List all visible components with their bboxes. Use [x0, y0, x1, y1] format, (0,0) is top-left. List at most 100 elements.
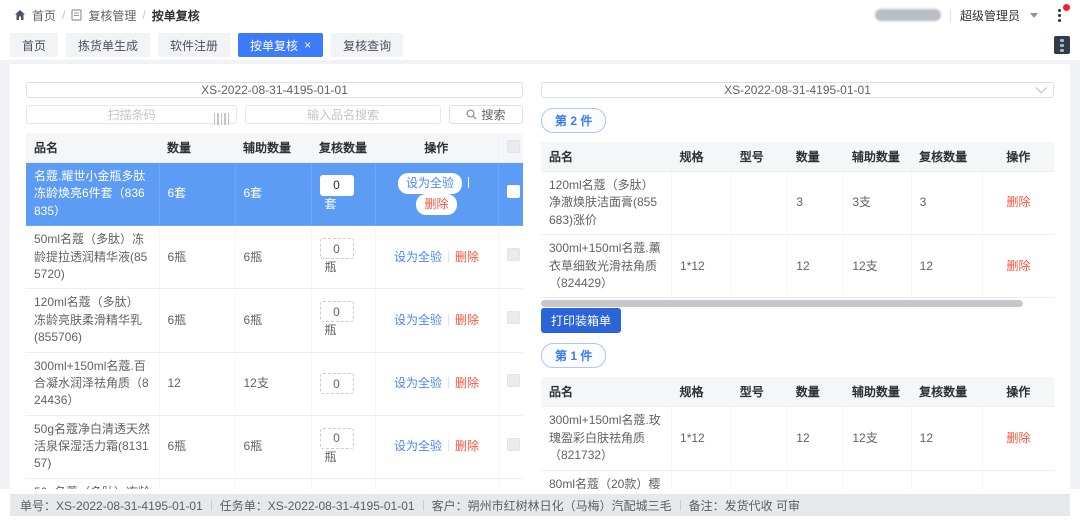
col-header-review-qty: 复核数量 — [911, 377, 982, 407]
col-header-model: 型号 — [732, 142, 788, 172]
table-row[interactable]: 120ml名蔻（多肽）冻龄亮肤柔滑精华乳(855706) 6瓶 6瓶 瓶 设为全… — [26, 289, 523, 352]
select-all-checkbox[interactable] — [507, 140, 520, 153]
aux-qty-cell: 6瓶 — [235, 415, 311, 478]
task-no-value: XS-2022-08-31-4195-01-01 — [268, 499, 415, 513]
order-select[interactable]: XS-2022-08-31-4195-01-01 — [541, 82, 1054, 98]
table-row[interactable]: 120ml名蔻（多肽）净澈焕肤洁面膏(855683)涨价 3 3支 3 删除 — [541, 172, 1054, 235]
search-icon — [466, 109, 477, 120]
close-icon[interactable]: × — [304, 39, 311, 51]
chevron-down-icon — [1035, 82, 1046, 93]
set-full-check-button[interactable]: 设为全验 — [394, 439, 442, 453]
search-button-label: 搜索 — [481, 106, 505, 123]
review-qty-input[interactable] — [320, 301, 354, 322]
table-row[interactable]: 50g名蔻净白清透天然活泉保湿活力霜(813157) 6瓶 6瓶 瓶 设为全验删… — [26, 415, 523, 478]
row-checkbox[interactable] — [507, 311, 520, 324]
divider — [448, 251, 449, 262]
qty-cell: 6套 — [159, 163, 235, 226]
product-name: 50g名蔻（多肽）冻龄饱水光感精华霜(855713) — [26, 478, 159, 489]
print-packing-slip-button[interactable]: 打印装箱单 — [541, 308, 621, 333]
col-header-spec: 规格 — [672, 142, 732, 172]
review-qty-cell: 12 — [911, 235, 982, 298]
box-number-badge: 第 2 件 — [541, 108, 606, 133]
search-button[interactable]: 搜索 — [449, 105, 523, 124]
row-checkbox[interactable] — [507, 185, 520, 198]
row-checkbox[interactable] — [507, 438, 520, 451]
tab-home[interactable]: 首页 — [10, 33, 58, 57]
delete-button[interactable]: 删除 — [455, 439, 479, 453]
table-row[interactable]: 名蔻.耀世小金瓶多肽冻龄焕亮6件套（836835） 6套 6套 套 设为全验删除 — [26, 163, 523, 226]
breadcrumb-separator: / — [62, 8, 65, 22]
tab-picking-list[interactable]: 拣货单生成 — [66, 33, 150, 57]
qty-cell: 12 — [788, 407, 844, 470]
unit-label: 瓶 — [325, 260, 337, 274]
document-icon — [71, 9, 82, 21]
product-name: 300ml+150ml名蔻.薰衣草细致光滑祛角质（824429） — [541, 235, 672, 298]
tab-label: 软件注册 — [170, 37, 218, 54]
aux-qty-cell: 6瓶 — [235, 478, 311, 489]
order-select-value: XS-2022-08-31-4195-01-01 — [724, 83, 871, 97]
review-qty-input[interactable] — [320, 175, 354, 196]
breadcrumb-home[interactable]: 首页 — [32, 7, 56, 24]
breadcrumb-section[interactable]: 复核管理 — [88, 7, 136, 24]
more-menu-icon[interactable] — [1052, 7, 1066, 23]
product-name: 名蔻.耀世小金瓶多肽冻龄焕亮6件套（836835） — [26, 163, 159, 226]
aux-qty-cell: 6瓶 — [235, 289, 311, 352]
qty-cell: 6瓶 — [159, 226, 235, 289]
scan-barcode-input[interactable] — [26, 105, 237, 124]
aux-qty-cell: 6瓶 — [235, 226, 311, 289]
set-full-check-button[interactable]: 设为全验 — [394, 250, 442, 264]
tab-order-review[interactable]: 按单复核 × — [238, 33, 323, 57]
review-qty-input[interactable] — [320, 373, 354, 394]
row-checkbox[interactable] — [507, 374, 520, 387]
delete-button[interactable]: 删除 — [1007, 195, 1031, 209]
col-header-model: 型号 — [732, 377, 788, 407]
table-row[interactable]: 300ml+150ml名蔻.玫瑰盈彩白肤祛角质（821732） 1*12 12 … — [541, 407, 1054, 470]
col-header-qty: 数量 — [788, 377, 844, 407]
qty-cell: 6瓶 — [159, 415, 235, 478]
tab-label: 复核查询 — [343, 37, 391, 54]
scrollbar-thumb[interactable] — [541, 300, 1023, 307]
delete-button[interactable]: 删除 — [1007, 259, 1031, 273]
status-bar: 单号：XS-2022-08-31-4195-01-01 任务单：XS-2022-… — [10, 494, 1070, 516]
delete-button[interactable]: 删除 — [416, 194, 456, 215]
table-row[interactable]: 300ml+150ml名蔻.百合凝水润泽祛角质（824436） 12 12支 设… — [26, 352, 523, 415]
aux-qty-cell: 3支 — [844, 172, 911, 235]
tab-software-register[interactable]: 软件注册 — [158, 33, 230, 57]
box-number-badge: 第 1 件 — [541, 343, 606, 368]
product-name-search-input[interactable] — [245, 105, 441, 124]
table-row[interactable]: 300ml+150ml名蔻.薰衣草细致光滑祛角质（824429） 1*12 12… — [541, 235, 1054, 298]
col-header-name: 品名 — [541, 377, 672, 407]
table-row[interactable]: 50g名蔻（多肽）冻龄饱水光感精华霜(855713) 6瓶 6瓶 瓶 设为全验删… — [26, 478, 523, 489]
set-full-check-button[interactable]: 设为全验 — [394, 313, 442, 327]
row-checkbox[interactable] — [507, 248, 520, 261]
delete-button[interactable]: 删除 — [455, 313, 479, 327]
delete-button[interactable]: 删除 — [455, 376, 479, 390]
left-review-panel: XS-2022-08-31-4195-01-01 搜索 品名 数量 辅助数量 复… — [26, 82, 523, 481]
panel-menu-icon[interactable] — [1054, 36, 1070, 54]
table-row[interactable]: 50ml名蔻（多肽）冻龄提拉透润精华液(855720) 6瓶 6瓶 瓶 设为全验… — [26, 226, 523, 289]
notification-dot — [1063, 4, 1070, 11]
user-role-label[interactable]: 超级管理员 — [960, 7, 1020, 24]
product-name: 80ml名蔻（20款）樱花乳木果保湿细滑手霜（854884） — [541, 470, 672, 489]
home-icon — [14, 9, 26, 21]
set-full-check-button[interactable]: 设为全验 — [398, 173, 462, 194]
order-no-value: XS-2022-08-31-4195-01-01 — [56, 499, 203, 513]
review-qty-input[interactable] — [320, 428, 354, 449]
review-qty-input[interactable] — [320, 238, 354, 259]
tab-review-query[interactable]: 复核查询 — [331, 33, 403, 57]
delete-button[interactable]: 删除 — [1007, 431, 1031, 445]
aux-qty-cell: 12支 — [844, 235, 911, 298]
set-full-check-button[interactable]: 设为全验 — [394, 376, 442, 390]
breadcrumb-current: 按单复核 — [152, 7, 200, 24]
search-row: 搜索 — [26, 105, 523, 124]
col-header-aux-qty: 辅助数量 — [844, 142, 911, 172]
spec-cell: 1*12 — [672, 470, 732, 489]
table-row[interactable]: 80ml名蔻（20款）樱花乳木果保湿细滑手霜（854884） 1*12 12 1… — [541, 470, 1054, 489]
note-value: 发货代收 可审 — [725, 499, 800, 513]
tab-label: 拣货单生成 — [78, 37, 138, 54]
delete-button[interactable]: 删除 — [455, 250, 479, 264]
col-header-qty: 数量 — [159, 133, 235, 163]
table-header-row: 品名 数量 辅助数量 复核数量 操作 — [26, 133, 523, 163]
chevron-down-icon[interactable] — [1030, 13, 1038, 18]
divider — [448, 314, 449, 325]
